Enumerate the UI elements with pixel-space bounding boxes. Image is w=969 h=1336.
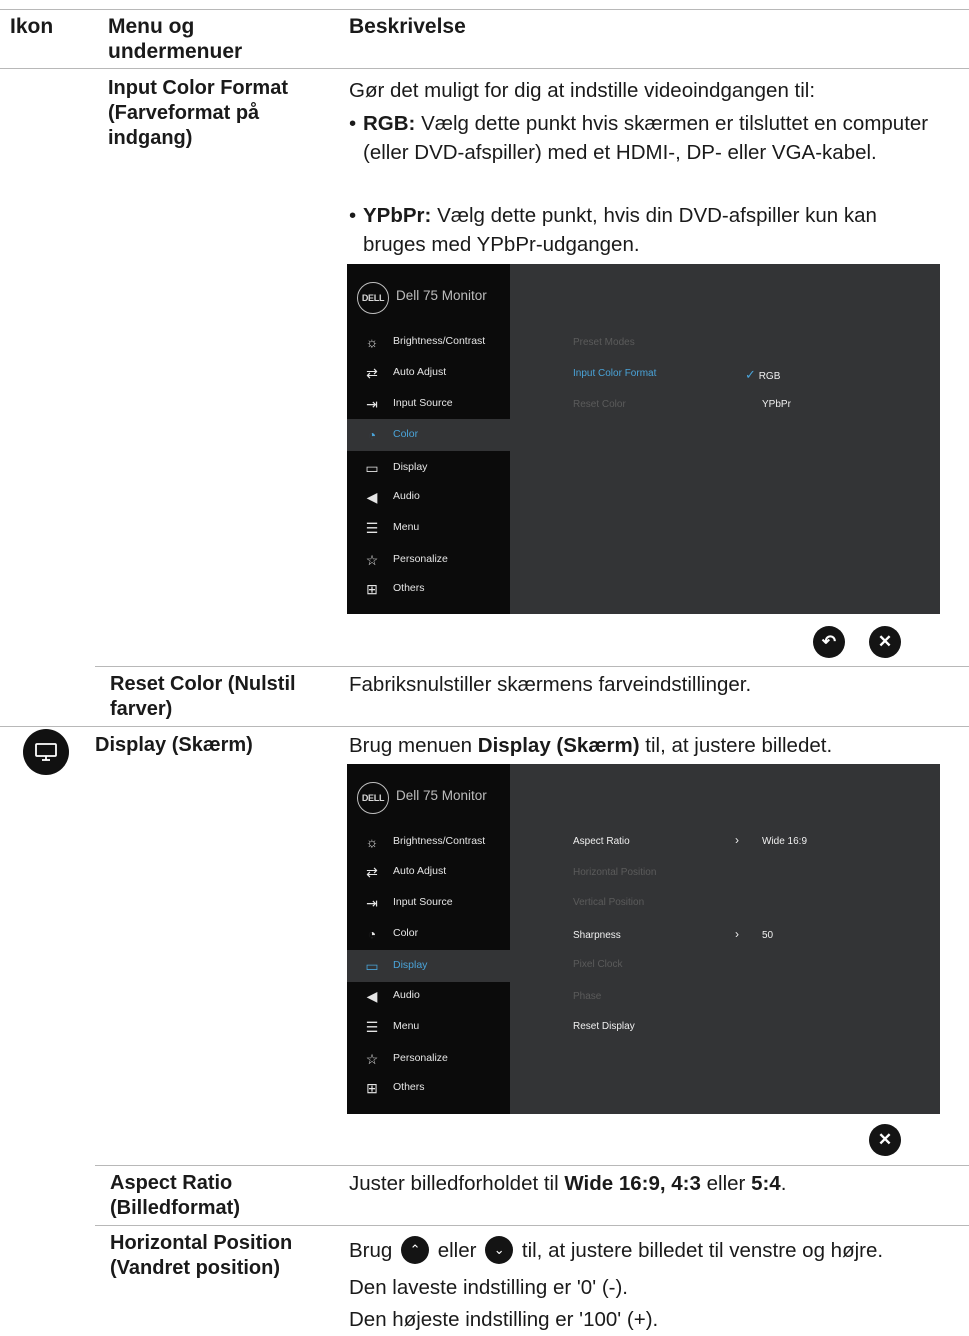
input-source-icon: ⇥ xyxy=(366,895,378,911)
aspect-ratio-rule xyxy=(95,1165,969,1166)
down-arrow-icon: ⌄ xyxy=(485,1235,514,1264)
osd-item-personalize[interactable]: ☆ Personalize xyxy=(347,544,510,576)
osd-option-reset-color[interactable]: Reset Color xyxy=(573,399,626,410)
aspect-ratio-desc: Juster billedforholdet til Wide 16:9, 4:… xyxy=(349,1172,787,1195)
osd-item-input-source[interactable]: ⇥ Input Source xyxy=(347,887,510,919)
osd-option-preset-modes[interactable]: Preset Modes xyxy=(573,337,635,348)
aspect-ratio-title: Aspect Ratio (Billedformat) xyxy=(110,1172,240,1219)
header-icon-column: Ikon xyxy=(10,15,54,38)
osd-item-menu[interactable]: ☰ Menu xyxy=(347,512,510,544)
rgb-bullet: • RGB: Vælg dette punkt hvis skærmen er … xyxy=(349,112,929,164)
dell-logo: DELL xyxy=(357,282,389,314)
input-color-format-title: Input Color Format (Farveformat på indga… xyxy=(108,77,288,149)
display-icon: ▭ xyxy=(365,460,379,476)
horizontal-position-line1: Brug ⌃ eller ⌄ til, at justere billedet … xyxy=(349,1235,883,1266)
osd-option-aspect-ratio[interactable]: Aspect Ratio xyxy=(573,836,630,847)
header-description-column: Beskrivelse xyxy=(349,15,466,38)
display-icon: ▭ xyxy=(365,958,379,974)
input-source-icon: ⇥ xyxy=(366,396,378,412)
chevron-right-icon: › xyxy=(735,833,739,847)
reset-color-rule xyxy=(95,666,969,667)
color-palette-icon: ◔ xyxy=(367,926,377,942)
osd-right-panel xyxy=(510,264,940,614)
osd-value-rgb[interactable]: ✓ RGB xyxy=(745,367,780,383)
ypbpr-term: YPbPr: xyxy=(363,204,432,227)
reset-color-title: Reset Color (Nulstil farver) xyxy=(110,673,296,720)
auto-adjust-icon: ⇄ xyxy=(366,365,378,381)
top-rule xyxy=(0,9,969,10)
osd-item-brightness-contrast[interactable]: ☼ Brightness/Contrast xyxy=(347,826,510,858)
header-rule xyxy=(0,68,969,69)
display-rule xyxy=(0,726,969,727)
header-menu-column: Menu og undermenuer xyxy=(108,15,243,63)
osd-display-menu: DELL Dell 75 Monitor ☼ Brightness/Contras… xyxy=(347,764,940,1114)
osd-item-auto-adjust[interactable]: ⇄ Auto Adjust xyxy=(347,856,510,888)
color-palette-icon: ◔ xyxy=(367,427,377,443)
ypbpr-text: Vælg dette punkt, hvis din DVD-afspiller… xyxy=(363,204,877,256)
osd-item-display[interactable]: ▭ Display xyxy=(347,950,510,982)
rgb-text: Vælg dette punkt hvis skærmen er tilslut… xyxy=(363,112,929,164)
osd-item-audio[interactable]: ◀ Audio xyxy=(347,980,510,1012)
check-icon: ✓ xyxy=(745,367,756,382)
others-icon: ⊞ xyxy=(366,1080,378,1096)
osd-color-menu: DELL Dell 75 Monitor ☼ Brightness/Contras… xyxy=(347,264,940,614)
osd-item-audio[interactable]: ◀ Audio xyxy=(347,481,510,513)
display-title: Display (Skærm) xyxy=(95,734,253,756)
horizontal-position-rule xyxy=(95,1225,969,1226)
osd-value-ypbpr[interactable]: YPbPr xyxy=(762,399,791,410)
osd-value-sharpness[interactable]: 50 xyxy=(762,930,773,941)
close-button[interactable]: ✕ xyxy=(869,1124,901,1156)
display-section-icon xyxy=(23,729,69,775)
star-icon: ☆ xyxy=(365,552,379,568)
brightness-icon: ☼ xyxy=(365,334,379,350)
osd-item-others[interactable]: ⊞ Others xyxy=(347,573,510,605)
reset-color-desc: Fabriksnulstiller skærmens farveindstill… xyxy=(349,673,752,696)
osd-option-phase[interactable]: Phase xyxy=(573,991,601,1002)
osd-title: Dell 75 Monitor xyxy=(396,288,487,303)
menu-icon: ☰ xyxy=(365,520,379,536)
speaker-icon: ◀ xyxy=(366,988,378,1004)
osd-item-others[interactable]: ⊞ Others xyxy=(347,1072,510,1104)
osd-item-personalize[interactable]: ☆ Personalize xyxy=(347,1043,510,1075)
chevron-right-icon: › xyxy=(735,927,739,941)
osd-option-horizontal-position[interactable]: Horizontal Position xyxy=(573,867,656,878)
rgb-term: RGB: xyxy=(363,112,416,135)
input-color-format-intro: Gør det muligt for dig at indstille vide… xyxy=(349,79,816,102)
horizontal-position-line3: Den højeste indstilling er '100' (+). xyxy=(349,1308,659,1331)
menu-icon: ☰ xyxy=(365,1019,379,1035)
horizontal-position-line2: Den laveste indstilling er '0' (-). xyxy=(349,1276,628,1299)
osd-item-auto-adjust[interactable]: ⇄ Auto Adjust xyxy=(347,357,510,389)
osd-item-input-source[interactable]: ⇥ Input Source xyxy=(347,388,510,420)
osd-option-reset-display[interactable]: Reset Display xyxy=(573,1021,635,1032)
osd-item-brightness-contrast[interactable]: ☼ Brightness/Contrast xyxy=(347,326,510,358)
speaker-icon: ◀ xyxy=(366,489,378,505)
osd-title: Dell 75 Monitor xyxy=(396,788,487,803)
monitor-icon xyxy=(35,743,57,761)
up-arrow-icon: ⌃ xyxy=(401,1235,430,1264)
display-desc: Brug menuen Display (Skærm) til, at just… xyxy=(349,734,833,757)
auto-adjust-icon: ⇄ xyxy=(366,864,378,880)
osd-option-pixel-clock[interactable]: Pixel Clock xyxy=(573,959,622,970)
osd-option-vertical-position[interactable]: Vertical Position xyxy=(573,897,644,908)
osd-option-input-color-format[interactable]: Input Color Format xyxy=(573,368,656,379)
osd-option-sharpness[interactable]: Sharpness xyxy=(573,930,621,941)
brightness-icon: ☼ xyxy=(365,834,379,850)
osd-item-color[interactable]: ◔ Color xyxy=(347,419,510,451)
osd-value-aspect-ratio[interactable]: Wide 16:9 xyxy=(762,836,807,847)
star-icon: ☆ xyxy=(365,1051,379,1067)
osd-item-color[interactable]: ◔ Color xyxy=(347,918,510,950)
ypbpr-bullet: • YPbPr: Vælg dette punkt, hvis din DVD-… xyxy=(349,204,877,256)
osd-item-menu[interactable]: ☰ Menu xyxy=(347,1011,510,1043)
close-button[interactable]: ✕ xyxy=(869,626,901,658)
others-icon: ⊞ xyxy=(366,581,378,597)
horizontal-position-title: Horizontal Position (Vandret position) xyxy=(110,1232,293,1279)
osd-item-display[interactable]: ▭ Display xyxy=(347,452,510,484)
back-button[interactable]: ↶ xyxy=(813,626,845,658)
dell-logo: DELL xyxy=(357,782,389,814)
